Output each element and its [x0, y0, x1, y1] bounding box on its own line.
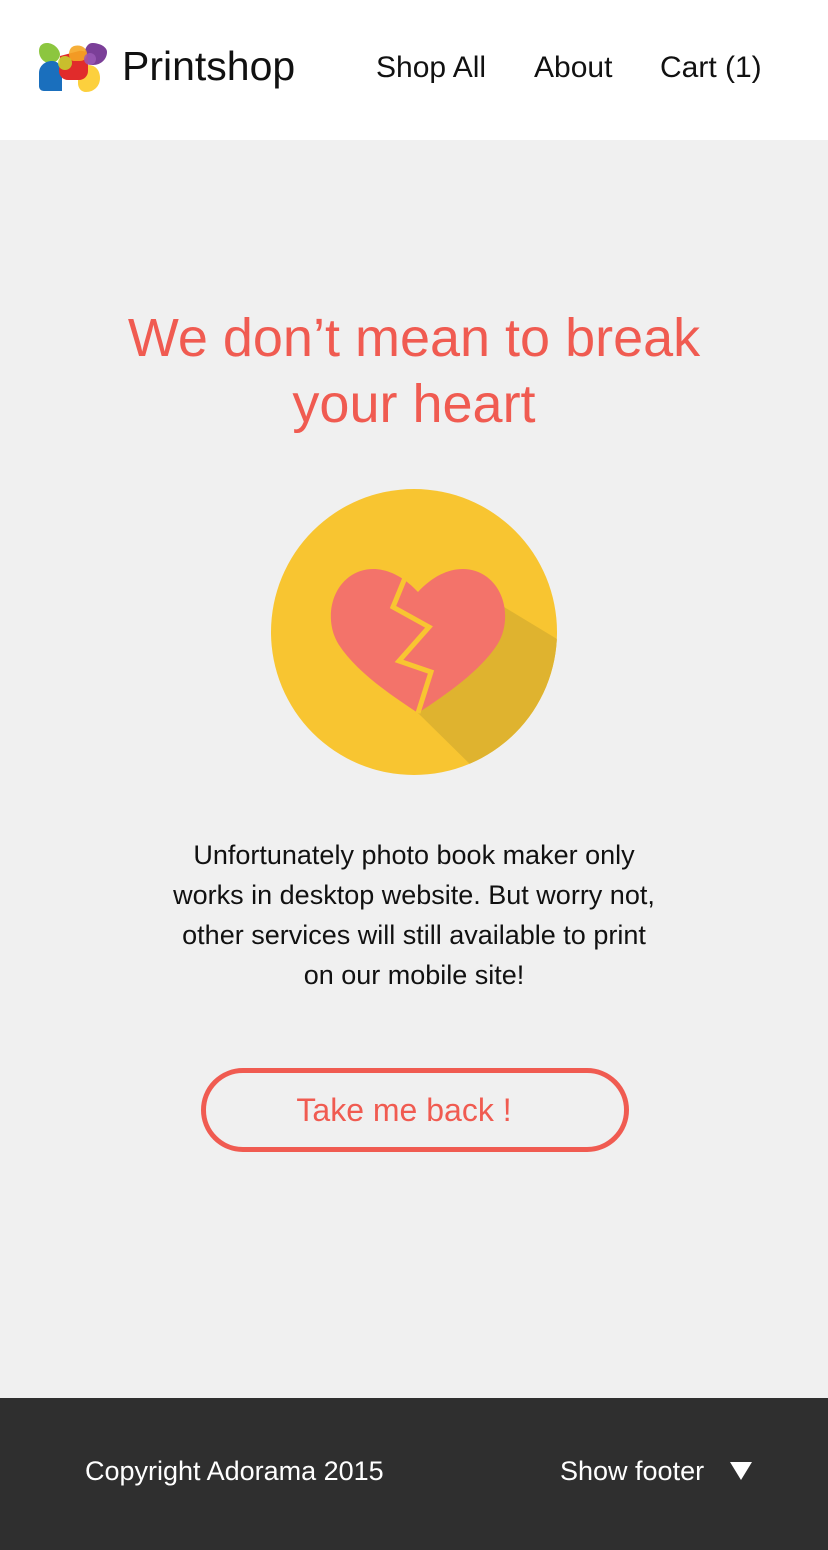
message-line: on our mobile site! [303, 960, 525, 990]
copyright-text: Copyright Adorama 2015 [85, 1456, 384, 1486]
page-headline: We don’t mean to break your heart [0, 305, 828, 437]
headline-line: your heart [292, 374, 536, 434]
nav-about[interactable]: About [534, 48, 612, 88]
message-line: other services will still available to p… [182, 920, 646, 950]
printshop-logo-icon[interactable] [38, 41, 108, 93]
show-footer-toggle[interactable]: Show footer [560, 1453, 752, 1489]
triangle-down-icon [730, 1462, 752, 1480]
site-footer: Copyright Adorama 2015 Show footer [0, 1398, 828, 1550]
site-brand-name[interactable]: Printshop [122, 40, 295, 92]
nav-cart[interactable]: Cart (1) [660, 48, 762, 88]
headline-line: We don’t mean to break [127, 308, 701, 368]
unsupported-message: Unfortunately photo book maker only work… [134, 835, 694, 995]
message-line: Unfortunately photo book maker only [193, 840, 635, 870]
take-me-back-button[interactable]: Take me back ! [201, 1068, 629, 1152]
show-footer-label: Show footer [560, 1456, 705, 1486]
message-line: works in desktop website. But worry not, [173, 880, 655, 910]
broken-heart-icon [271, 489, 557, 775]
nav-shop-all[interactable]: Shop All [376, 48, 486, 88]
site-header: Printshop Shop All About Cart (1) [0, 0, 828, 140]
